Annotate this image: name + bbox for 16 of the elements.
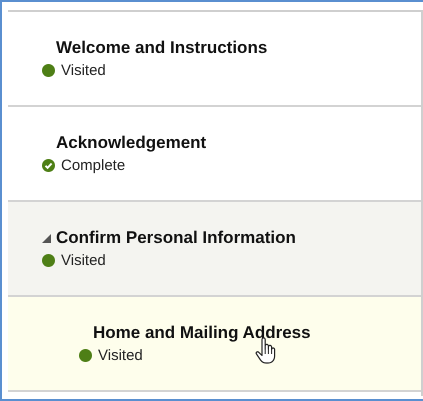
status-label: Complete [61,157,126,174]
step-row[interactable]: Home and Mailing Address Visited [8,297,421,392]
status-label: Visited [98,347,143,364]
step-title: Acknowledgement [56,133,206,153]
status-label: Visited [61,62,106,79]
check-circle-icon [42,159,55,172]
step-title: Home and Mailing Address [93,323,311,343]
visited-dot-icon [79,349,92,362]
step-row[interactable]: Confirm Personal Information Visited [8,202,421,297]
status-label: Visited [61,252,106,269]
hand-cursor-icon [255,337,277,365]
step-title: Confirm Personal Information [56,228,296,248]
visited-dot-icon [42,64,55,77]
expanded-triangle-icon[interactable] [42,234,51,242]
visited-dot-icon [42,254,55,267]
step-title: Welcome and Instructions [56,38,268,58]
